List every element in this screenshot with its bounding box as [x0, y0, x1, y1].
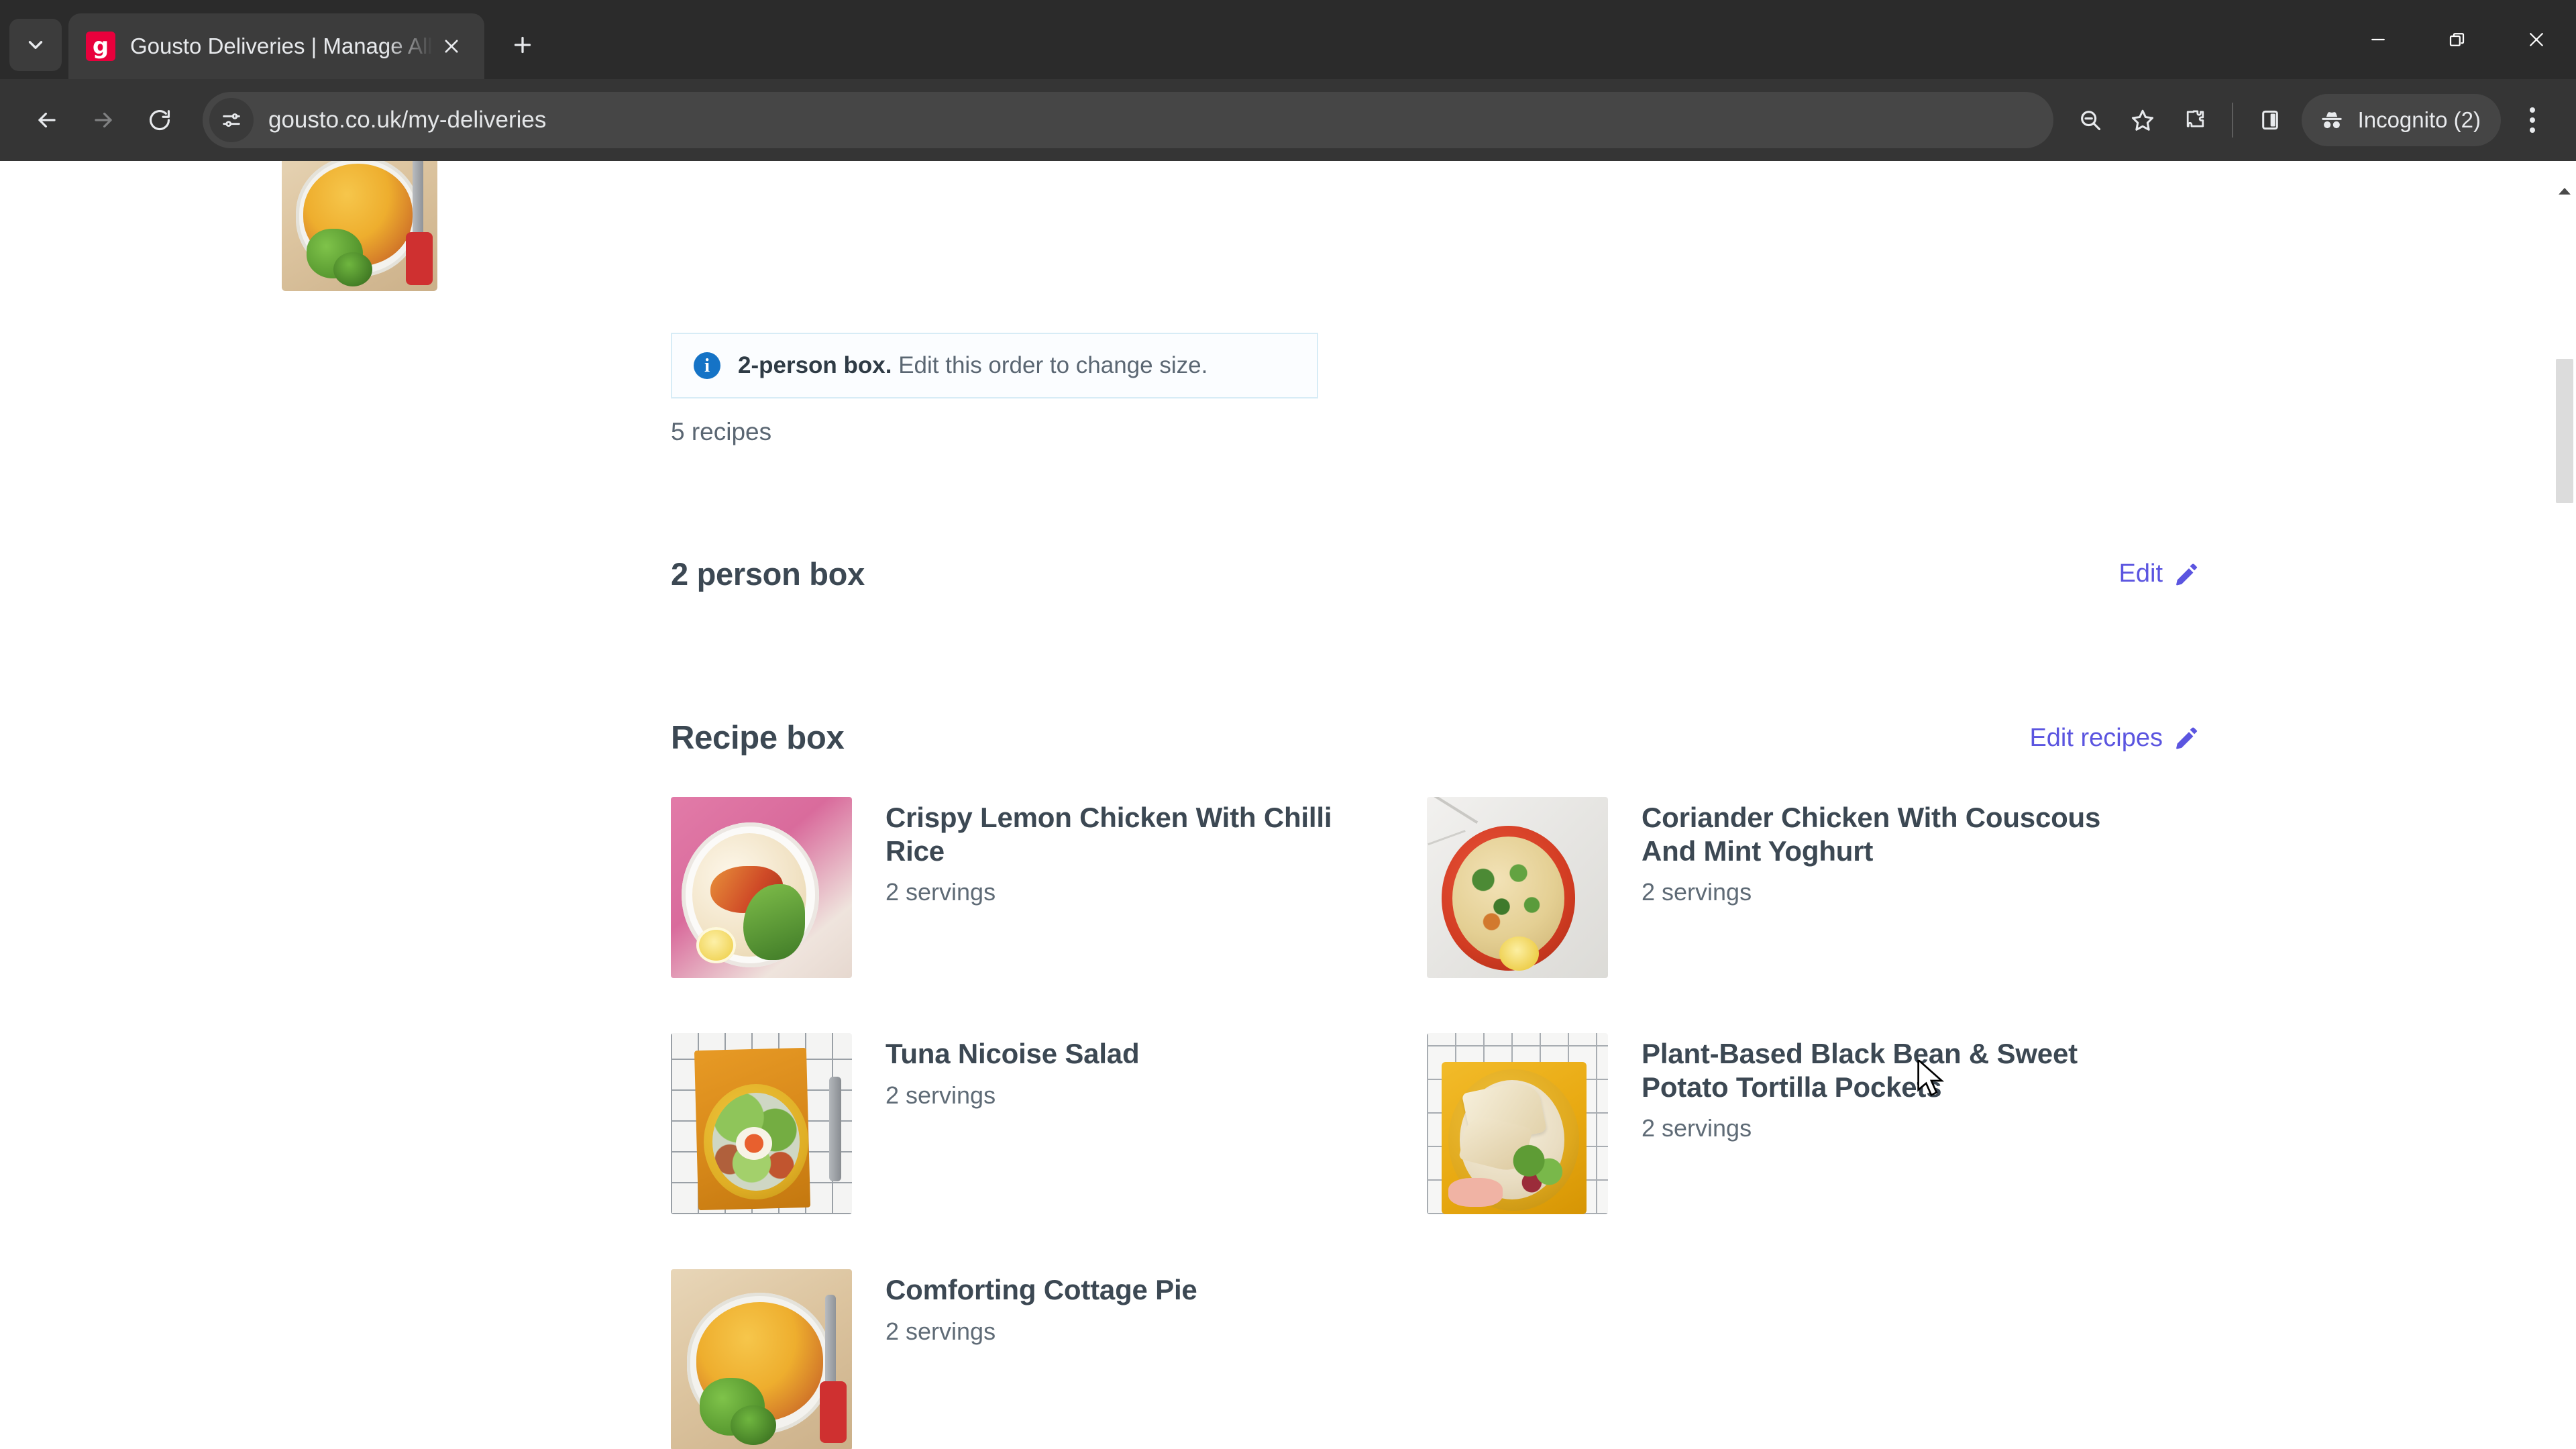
browser-window: g Gousto Deliveries | Manage All gousto.… [0, 0, 2576, 1449]
info-icon: i [694, 352, 720, 379]
recipe-thumbnail[interactable] [671, 1269, 852, 1449]
tab-search-button[interactable] [9, 19, 62, 71]
restore-icon [2449, 33, 2465, 46]
incognito-icon [2321, 112, 2342, 129]
close-icon [2530, 33, 2543, 46]
tune-icon [223, 113, 240, 127]
extensions-puzzle-icon [2186, 110, 2204, 127]
address-bar[interactable]: gousto.co.uk/my-deliveries [203, 92, 2053, 148]
recipe-thumbnail[interactable] [1427, 797, 1608, 978]
edit-recipes-link[interactable]: Edit recipes [2029, 724, 2200, 753]
forward-button[interactable] [75, 92, 131, 148]
chevron-down-icon [28, 41, 43, 49]
tab-close-button[interactable] [433, 28, 470, 64]
recipe-info: Comforting Cottage Pie 2 servings [885, 1269, 1197, 1346]
recipe-name: Tuna Nicoise Salad [885, 1038, 1140, 1069]
recipe-card[interactable]: Coriander Chicken With Couscous And Mint… [1427, 797, 2183, 1033]
info-banner-rest: Edit this order to change size. [892, 352, 1208, 378]
pencil-icon [2176, 563, 2198, 585]
window-controls [2339, 0, 2576, 79]
my-deliveries-page: i 2-person box. Edit this order to chang… [0, 161, 2549, 1449]
zoom-out-icon [2080, 111, 2100, 131]
comforting-cottage-pie-photo [671, 1269, 852, 1449]
edit-box-label: Edit [2118, 559, 2163, 588]
scroll-up-button[interactable] [2553, 180, 2576, 203]
forward-arrow-icon [95, 112, 112, 128]
edit-recipes-label: Edit recipes [2029, 723, 2163, 752]
recipe-servings: 2 servings [885, 878, 996, 906]
tortilla-pockets-photo [1427, 1033, 1608, 1214]
previous-order-thumbnail[interactable] [282, 161, 437, 291]
incognito-label: Incognito (2) [2357, 107, 2481, 132]
info-banner-bold: 2-person box. [738, 352, 892, 378]
chrome-menu-button[interactable] [2508, 94, 2557, 146]
cottage-pie-photo [282, 161, 437, 291]
page-viewport: i 2-person box. Edit this order to chang… [0, 161, 2576, 1449]
maximize-restore-button[interactable] [2418, 0, 2497, 79]
recipe-box-title: Recipe box [671, 720, 845, 756]
close-window-button[interactable] [2497, 0, 2576, 79]
recipe-name: Comforting Cottage Pie [885, 1274, 1197, 1305]
new-tab-button[interactable] [499, 21, 546, 68]
recipe-name: Coriander Chicken With Couscous And Mint… [1642, 802, 2101, 867]
crispy-lemon-chicken-photo [671, 797, 852, 978]
scroll-up-arrow-icon [2559, 188, 2571, 195]
scrollbar-thumb[interactable] [2556, 359, 2573, 503]
gousto-favicon: g [86, 32, 115, 61]
recipe-card[interactable]: Comforting Cottage Pie 2 servings [671, 1269, 1427, 1449]
url-text[interactable]: gousto.co.uk/my-deliveries [268, 107, 2035, 133]
box-title: 2 person box [671, 556, 865, 592]
recipe-card[interactable]: Plant-Based Black Bean & Sweet Potato To… [1427, 1033, 2183, 1269]
toolbar-divider [2231, 103, 2233, 138]
box-header: 2 person box Edit [671, 555, 2200, 592]
recipe-thumbnail[interactable] [671, 797, 852, 978]
info-banner-text: 2-person box. Edit this order to change … [738, 352, 1208, 379]
recipe-box-header: Recipe box Edit recipes [671, 719, 2200, 757]
plus-icon [514, 36, 531, 54]
tab-title: Gousto Deliveries | Manage All [130, 34, 433, 58]
reload-button[interactable] [131, 92, 188, 148]
reload-icon [149, 110, 170, 131]
close-icon [445, 40, 458, 53]
recipe-grid: Crispy Lemon Chicken With Chilli Rice 2 … [671, 797, 2214, 1449]
zoom-out-button[interactable] [2064, 94, 2116, 146]
recipe-info: Coriander Chicken With Couscous And Mint… [1642, 797, 2151, 906]
recipe-servings: 2 servings [1642, 1114, 1752, 1142]
side-panel-icon [2261, 110, 2278, 130]
tuna-nicoise-salad-photo [671, 1033, 852, 1214]
recipes-count: 5 recipes [671, 418, 772, 445]
coriander-chicken-photo [1427, 797, 1608, 978]
recipe-thumbnail[interactable] [671, 1033, 852, 1214]
recipe-servings: 2 servings [1642, 878, 1752, 906]
minimize-button[interactable] [2339, 0, 2418, 79]
back-button[interactable] [19, 92, 75, 148]
box-size-info-banner: i 2-person box. Edit this order to chang… [671, 333, 1318, 398]
recipe-name: Plant-Based Black Bean & Sweet Potato To… [1642, 1038, 2078, 1103]
bookmark-button[interactable] [2116, 94, 2169, 146]
side-panel-button[interactable] [2244, 94, 2296, 146]
pencil-icon [2176, 727, 2198, 749]
browser-toolbar: gousto.co.uk/my-deliveries Incognito (2) [0, 79, 2576, 161]
recipe-card[interactable]: Crispy Lemon Chicken With Chilli Rice 2 … [671, 797, 1427, 1033]
browser-tab[interactable]: g Gousto Deliveries | Manage All [68, 13, 484, 79]
incognito-indicator[interactable]: Incognito (2) [2301, 94, 2501, 146]
recipe-thumbnail[interactable] [1427, 1033, 1608, 1214]
recipe-info: Plant-Based Black Bean & Sweet Potato To… [1642, 1033, 2151, 1142]
tab-strip: g Gousto Deliveries | Manage All [0, 0, 2576, 79]
edit-box-link[interactable]: Edit [2119, 559, 2200, 588]
recipe-card[interactable]: Tuna Nicoise Salad 2 servings [671, 1033, 1427, 1269]
back-arrow-icon [38, 112, 56, 128]
recipe-name: Crispy Lemon Chicken With Chilli Rice [885, 802, 1332, 867]
three-dot-menu-icon [2530, 107, 2535, 113]
recipe-info: Crispy Lemon Chicken With Chilli Rice 2 … [885, 797, 1395, 906]
extensions-button[interactable] [2169, 94, 2221, 146]
star-icon [2131, 109, 2153, 131]
recipe-info: Tuna Nicoise Salad 2 servings [885, 1033, 1140, 1110]
recipe-servings: 2 servings [885, 1081, 996, 1109]
recipe-servings: 2 servings [885, 1317, 996, 1345]
site-info-button[interactable] [209, 98, 254, 142]
vertical-scrollbar[interactable] [2553, 161, 2576, 1449]
minimize-icon [2371, 38, 2385, 41]
